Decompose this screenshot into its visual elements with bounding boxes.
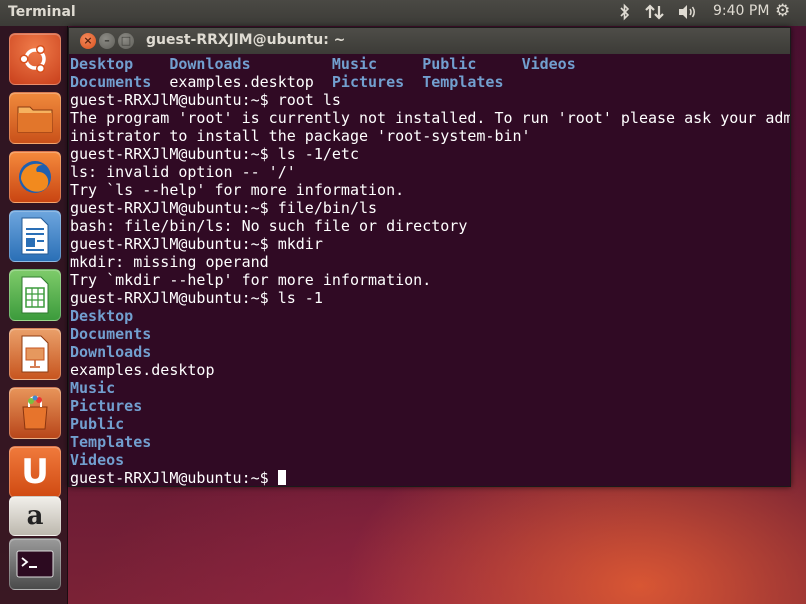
firefox-icon: [19, 161, 51, 193]
software-center-button[interactable]: [9, 387, 61, 439]
terminal-prompt-line[interactable]: guest-RRXJlM@ubuntu:~$: [70, 469, 790, 487]
minimize-icon[interactable]: –: [99, 33, 115, 49]
firefox-button[interactable]: [9, 151, 61, 203]
ubuntu-one-button[interactable]: U: [9, 446, 61, 498]
clock[interactable]: 9:40 PM: [713, 3, 769, 19]
directory-name: Public: [70, 415, 125, 433]
terminal-line: Try `ls --help' for more information.: [70, 181, 790, 199]
terminal-icon: [16, 550, 54, 578]
terminal-line: Desktop Downloads Music Public Videos: [70, 55, 790, 73]
terminal-line: guest-RRXJlM@ubuntu:~$ root ls: [70, 91, 790, 109]
amazon-button[interactable]: a: [9, 496, 61, 536]
dash-home-button[interactable]: [9, 33, 61, 85]
terminal-text: mkdir: missing operand: [70, 253, 269, 271]
terminal-line: The program 'root' is currently not inst…: [70, 109, 790, 127]
ubuntu-one-icon: U: [21, 452, 49, 492]
directory-name: Downloads: [169, 55, 251, 73]
terminal-line: ls: invalid option -- '/': [70, 163, 790, 181]
network-icon[interactable]: [645, 3, 665, 25]
directory-name: Documents: [70, 325, 152, 343]
amazon-icon: a: [26, 501, 44, 531]
writer-icon: [21, 217, 49, 255]
directory-name: Downloads: [70, 343, 152, 361]
terminal-text: bash: file/bin/ls: No such file or direc…: [70, 217, 468, 235]
terminal-window: × – □ guest-RRXJlM@ubuntu: ~ Desktop Dow…: [68, 27, 791, 487]
gear-icon[interactable]: ⚙: [775, 1, 790, 21]
writer-button[interactable]: [9, 210, 61, 262]
close-icon[interactable]: ×: [80, 33, 96, 49]
terminal-line: guest-RRXJlM@ubuntu:~$ ls -1: [70, 289, 790, 307]
terminal-text: guest-RRXJlM@ubuntu:~$ file/bin/ls: [70, 199, 378, 217]
maximize-icon[interactable]: □: [118, 33, 134, 49]
calc-icon: [21, 276, 49, 314]
terminal-line: guest-RRXJlM@ubuntu:~$ file/bin/ls: [70, 199, 790, 217]
terminal-text: The program 'root' is currently not inst…: [70, 109, 790, 127]
terminal-line: examples.desktop: [70, 361, 790, 379]
directory-name: Templates: [70, 433, 152, 451]
terminal-text: ls: invalid option -- '/': [70, 163, 296, 181]
terminal-line: Desktop: [70, 307, 790, 325]
files-button[interactable]: [9, 92, 61, 144]
folder-icon: [17, 106, 53, 133]
directory-name: Templates: [422, 73, 504, 91]
top-panel: Terminal 9:40 PM ⚙: [0, 0, 806, 26]
volume-icon[interactable]: [677, 3, 699, 25]
window-title: guest-RRXJlM@ubuntu: ~: [146, 32, 346, 48]
terminal-text: guest-RRXJlM@ubuntu:~$ mkdir: [70, 235, 323, 253]
calc-button[interactable]: [9, 269, 61, 321]
directory-name: Documents: [70, 73, 152, 91]
terminal-line: Try `mkdir --help' for more information.: [70, 271, 790, 289]
terminal-output[interactable]: Desktop Downloads Music Public Videos Doc…: [69, 54, 790, 487]
directory-name: Desktop: [70, 307, 134, 325]
directory-name: Pictures: [331, 73, 405, 91]
terminal-text: examples.desktop: [70, 361, 215, 379]
terminal-button[interactable]: [9, 538, 61, 590]
terminal-line: Templates: [70, 433, 790, 451]
terminal-line: Pictures: [70, 397, 790, 415]
terminal-line: Downloads: [70, 343, 790, 361]
ubuntu-logo-icon: [19, 44, 46, 74]
terminal-text: guest-RRXJlM@ubuntu:~$ ls -1: [70, 289, 323, 307]
terminal-line: inistrator to install the package 'root-…: [70, 127, 790, 145]
directory-name: Pictures: [70, 397, 143, 415]
terminal-line: Public: [70, 415, 790, 433]
directory-name: Desktop: [70, 55, 134, 73]
window-titlebar[interactable]: × – □ guest-RRXJlM@ubuntu: ~: [69, 28, 790, 54]
terminal-text: Try `ls --help' for more information.: [70, 181, 405, 199]
text-cursor: [277, 470, 286, 485]
impress-icon: [21, 335, 49, 373]
shell-prompt: guest-RRXJlM@ubuntu:~$: [70, 469, 278, 487]
directory-name: Music: [70, 379, 116, 397]
terminal-line: guest-RRXJlM@ubuntu:~$ ls -1/etc: [70, 145, 790, 163]
active-app-name: Terminal: [8, 4, 76, 20]
terminal-line: Videos: [70, 451, 790, 469]
directory-name: Music: [331, 55, 378, 73]
terminal-line: guest-RRXJlM@ubuntu:~$ mkdir: [70, 235, 790, 253]
terminal-line: Music: [70, 379, 790, 397]
terminal-text: examples.desktop: [151, 73, 332, 91]
bluetooth-icon[interactable]: [620, 3, 630, 25]
terminal-text: guest-RRXJlM@ubuntu:~$ ls -1/etc: [70, 145, 359, 163]
directory-name: Videos: [521, 55, 576, 73]
directory-name: Videos: [70, 451, 125, 469]
shopping-bag-icon: [22, 395, 48, 430]
directory-name: Public: [422, 55, 477, 73]
impress-button[interactable]: [9, 328, 61, 380]
terminal-line: mkdir: missing operand: [70, 253, 790, 271]
terminal-line: bash: file/bin/ls: No such file or direc…: [70, 217, 790, 235]
terminal-line: Documents: [70, 325, 790, 343]
launcher: U a: [0, 26, 68, 604]
terminal-text: guest-RRXJlM@ubuntu:~$ root ls: [70, 91, 341, 109]
terminal-text: inistrator to install the package 'root-…: [70, 127, 531, 145]
terminal-line: Documents examples.desktop Pictures Temp…: [70, 73, 790, 91]
terminal-text: Try `mkdir --help' for more information.: [70, 271, 432, 289]
